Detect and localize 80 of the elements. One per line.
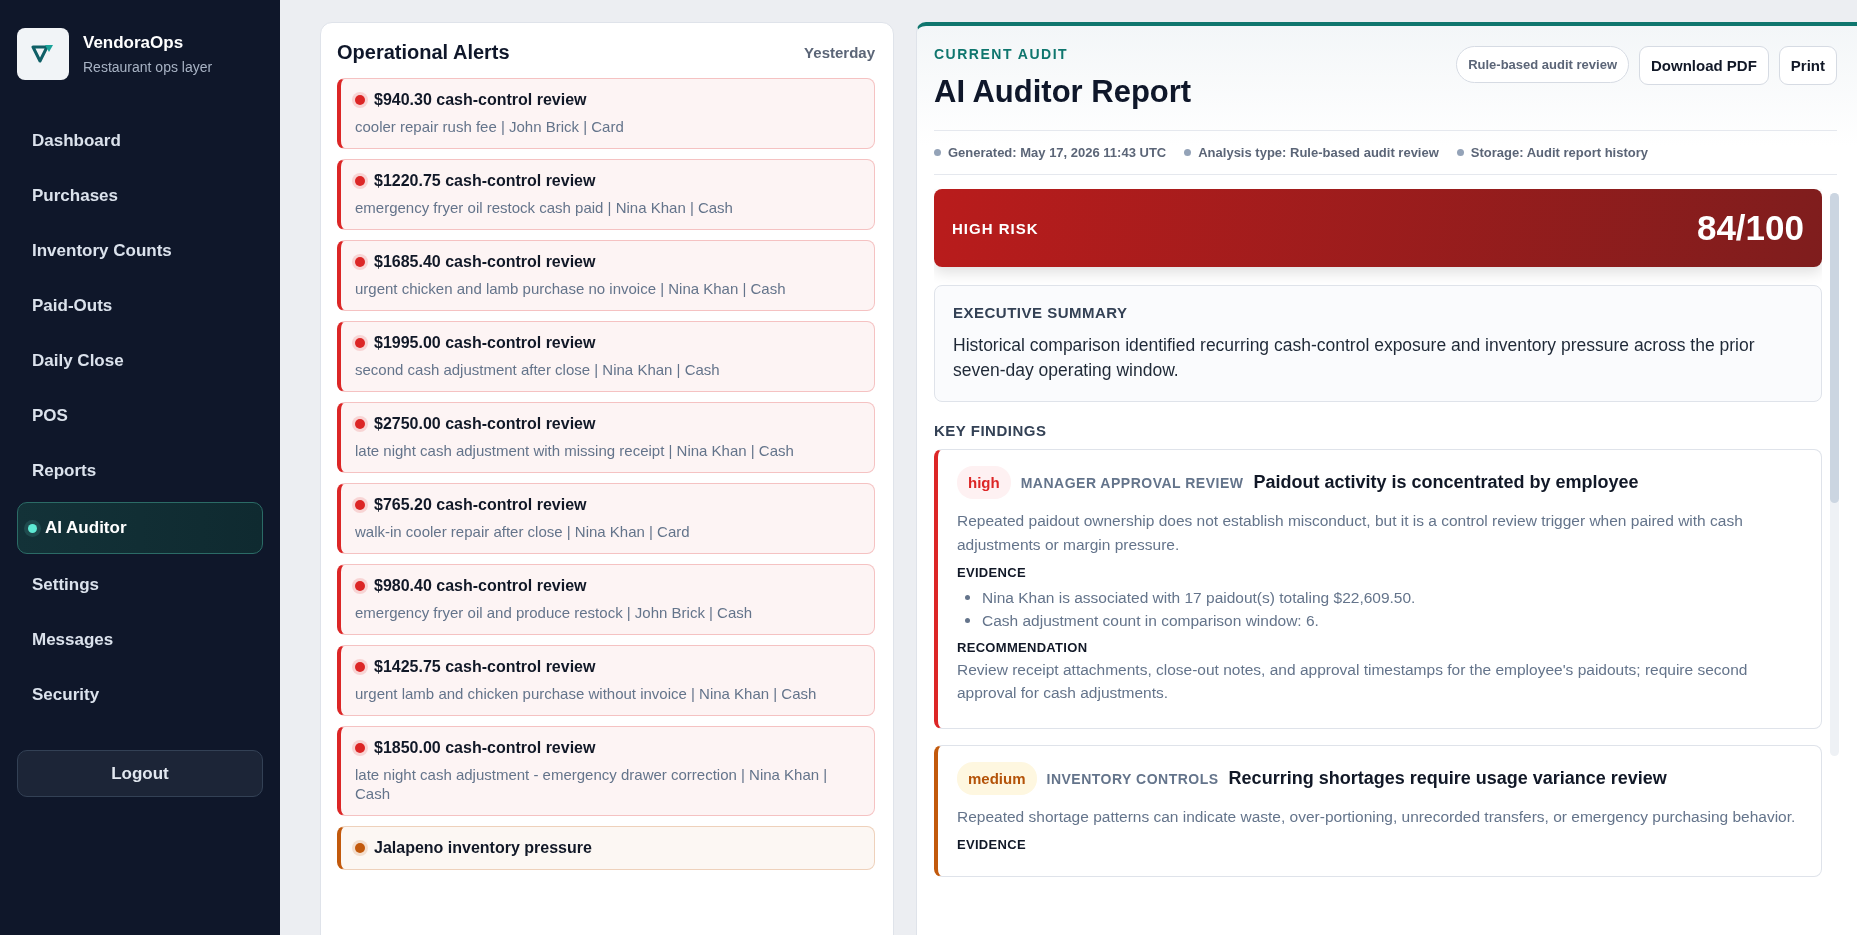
evidence-heading: EVIDENCE <box>957 837 1027 852</box>
alert-card[interactable]: $765.20 cash-control review walk-in cooler repair after close | Nina Khan | Card <box>337 483 875 554</box>
alert-title: $1220.75 cash-control review <box>374 172 596 190</box>
recommendation-text: Review receipt attachments, close-out notes, and approval timestamps for the employee's paidouts; require second approval for cash adjustments. <box>957 660 1749 703</box>
sidebar-item[interactable]: POS <box>17 393 263 439</box>
alert-card[interactable]: $940.30 cash-control review cooler repair rush fee | John Brick | Card <box>337 78 875 149</box>
alert-card[interactable]: $1685.40 cash-control review urgent chicken and lamb purchase no invoice | Nina Khan | Cash <box>337 240 875 311</box>
alert-title: $940.30 cash-control review <box>374 91 587 109</box>
evidence-heading: EVIDENCE <box>957 565 1027 580</box>
risk-score: 84/100 <box>1696 208 1804 248</box>
alert-card[interactable]: $1995.00 cash-control review second cash adjustment after close | Nina Khan | Cash <box>337 321 875 392</box>
risk-label: HIGH RISK <box>952 219 1039 237</box>
alert-title: $1425.75 cash-control review <box>374 658 596 676</box>
summary-heading: EXECUTIVE SUMMARY <box>953 304 1129 321</box>
panel-title: Operational Alerts <box>337 41 510 64</box>
severity-tag: medium <box>957 762 1037 795</box>
brand-name: VendoraOps <box>83 33 185 53</box>
alert-title: $1850.00 cash-control review <box>374 739 596 757</box>
analysis-mode-badge: Rule-based audit review <box>1456 46 1629 83</box>
sidebar-item[interactable]: Purchases <box>17 173 263 219</box>
sidebar-item[interactable]: Settings <box>17 562 263 608</box>
bullet-icon <box>1184 149 1192 156</box>
recommendation-heading: RECOMMENDATION <box>957 640 1089 655</box>
alert-card[interactable]: $980.40 cash-control review emergency fryer oil and produce restock | John Brick | Cash <box>337 564 875 635</box>
alert-detail: second cash adjustment after close | Nina Khan | Cash <box>355 360 721 379</box>
alert-title: $980.40 cash-control review <box>374 577 587 595</box>
sidebar-item[interactable]: Security <box>17 672 263 718</box>
meta-text: Storage: Audit report history <box>1470 145 1648 160</box>
severity-tag: high <box>957 466 1011 499</box>
sidebar-item[interactable]: Inventory Counts <box>17 228 263 274</box>
alert-card[interactable]: $1850.00 cash-control review late night cash adjustment - emergency drawer correction | Nina Khan | Cash <box>337 726 875 816</box>
finding-category: MANAGER APPROVAL REVIEW <box>1020 474 1244 491</box>
sidebar-item[interactable]: AI Auditor <box>17 502 263 554</box>
alert-detail: urgent lamb and chicken purchase without invoice | Nina Khan | Cash <box>355 684 818 703</box>
toolbar-button[interactable]: Download PDF <box>1639 46 1769 85</box>
sidebar-item[interactable]: Dashboard <box>17 118 263 164</box>
alert-detail: emergency fryer oil and produce restock | John Brick | Cash <box>355 603 754 622</box>
alert-detail: walk-in cooler repair after close | Nina Khan | Card <box>355 522 691 541</box>
bullet-icon <box>965 595 970 600</box>
scrollbar[interactable] <box>1830 193 1839 756</box>
alert-title: $2750.00 cash-control review <box>374 415 596 433</box>
summary-text: Historical comparison identified recurring cash-control exposure and inventory pressure across the prior seven-day operating window. <box>953 334 1756 382</box>
finding-description: Repeated shortage patterns can indicate waste, over-portioning, unrecorded transfers, or emergency purchasing behavior. <box>957 807 1797 827</box>
alert-card[interactable]: $1220.75 cash-control review emergency fryer oil restock cash paid | Nina Khan | Cash <box>337 159 875 230</box>
logo-icon <box>17 28 69 80</box>
bullet-icon <box>1456 149 1464 156</box>
alert-card[interactable]: $2750.00 cash-control review late night cash adjustment with missing receipt | Nina Khan | Cash <box>337 402 875 473</box>
alert-card[interactable]: Jalapeno inventory pressure <box>337 826 875 870</box>
meta-text: Analysis type: Rule-based audit review <box>1198 145 1439 160</box>
alert-title: $765.20 cash-control review <box>374 496 587 514</box>
logout-button[interactable]: Logout <box>17 750 263 797</box>
bullet-icon <box>934 149 941 156</box>
alert-card[interactable]: $1425.75 cash-control review urgent lamb and chicken purchase without invoice | Nina Khan | Cash <box>337 645 875 716</box>
finding-category: INVENTORY CONTROLS <box>1046 770 1219 787</box>
sidebar-item[interactable]: Reports <box>17 448 263 494</box>
section-eyebrow: CURRENT AUDIT <box>934 46 1070 62</box>
brand-tagline: Restaurant ops layer <box>83 59 213 75</box>
sidebar-item[interactable]: Paid-Outs <box>17 283 263 329</box>
alert-detail: cooler repair rush fee | John Brick | Card <box>355 117 625 136</box>
sidebar-item[interactable]: Messages <box>17 617 263 663</box>
alert-title: Jalapeno inventory pressure <box>374 839 592 857</box>
sidebar-item[interactable]: Daily Close <box>17 338 263 384</box>
alert-detail: late night cash adjustment with missing receipt | Nina Khan | Cash <box>355 441 795 460</box>
period-label: Yesterday <box>804 44 875 61</box>
evidence-item: Nina Khan is associated with 17 paidout(s) totaling $22,609.50. <box>982 588 1416 608</box>
finding-title: Recurring shortages require usage variance review <box>1228 768 1667 789</box>
bullet-icon <box>965 618 970 623</box>
evidence-item: Cash adjustment count in comparison window: 6. <box>982 611 1319 631</box>
alert-detail: emergency fryer oil restock cash paid | Nina Khan | Cash <box>355 198 734 217</box>
alert-title: $1995.00 cash-control review <box>374 334 596 352</box>
alert-detail: late night cash adjustment - emergency drawer correction | Nina Khan | Cash <box>355 765 829 803</box>
toolbar-button[interactable]: Print <box>1778 46 1837 85</box>
alert-title: $1685.40 cash-control review <box>374 253 596 271</box>
finding-description: Repeated paidout ownership does not establish misconduct, but it is a control review trigger when paired with cash adjustments or margin pressure. <box>957 511 1744 555</box>
alert-detail: urgent chicken and lamb purchase no invoice | Nina Khan | Cash <box>355 279 787 298</box>
finding-title: Paidout activity is concentrated by employee <box>1253 472 1639 493</box>
meta-text: Generated: May 17, 2026 11:43 UTC <box>948 145 1167 160</box>
active-dot-icon <box>28 523 37 533</box>
report-title: AI Auditor Report <box>934 74 1192 110</box>
findings-heading: KEY FINDINGS <box>934 422 1048 439</box>
